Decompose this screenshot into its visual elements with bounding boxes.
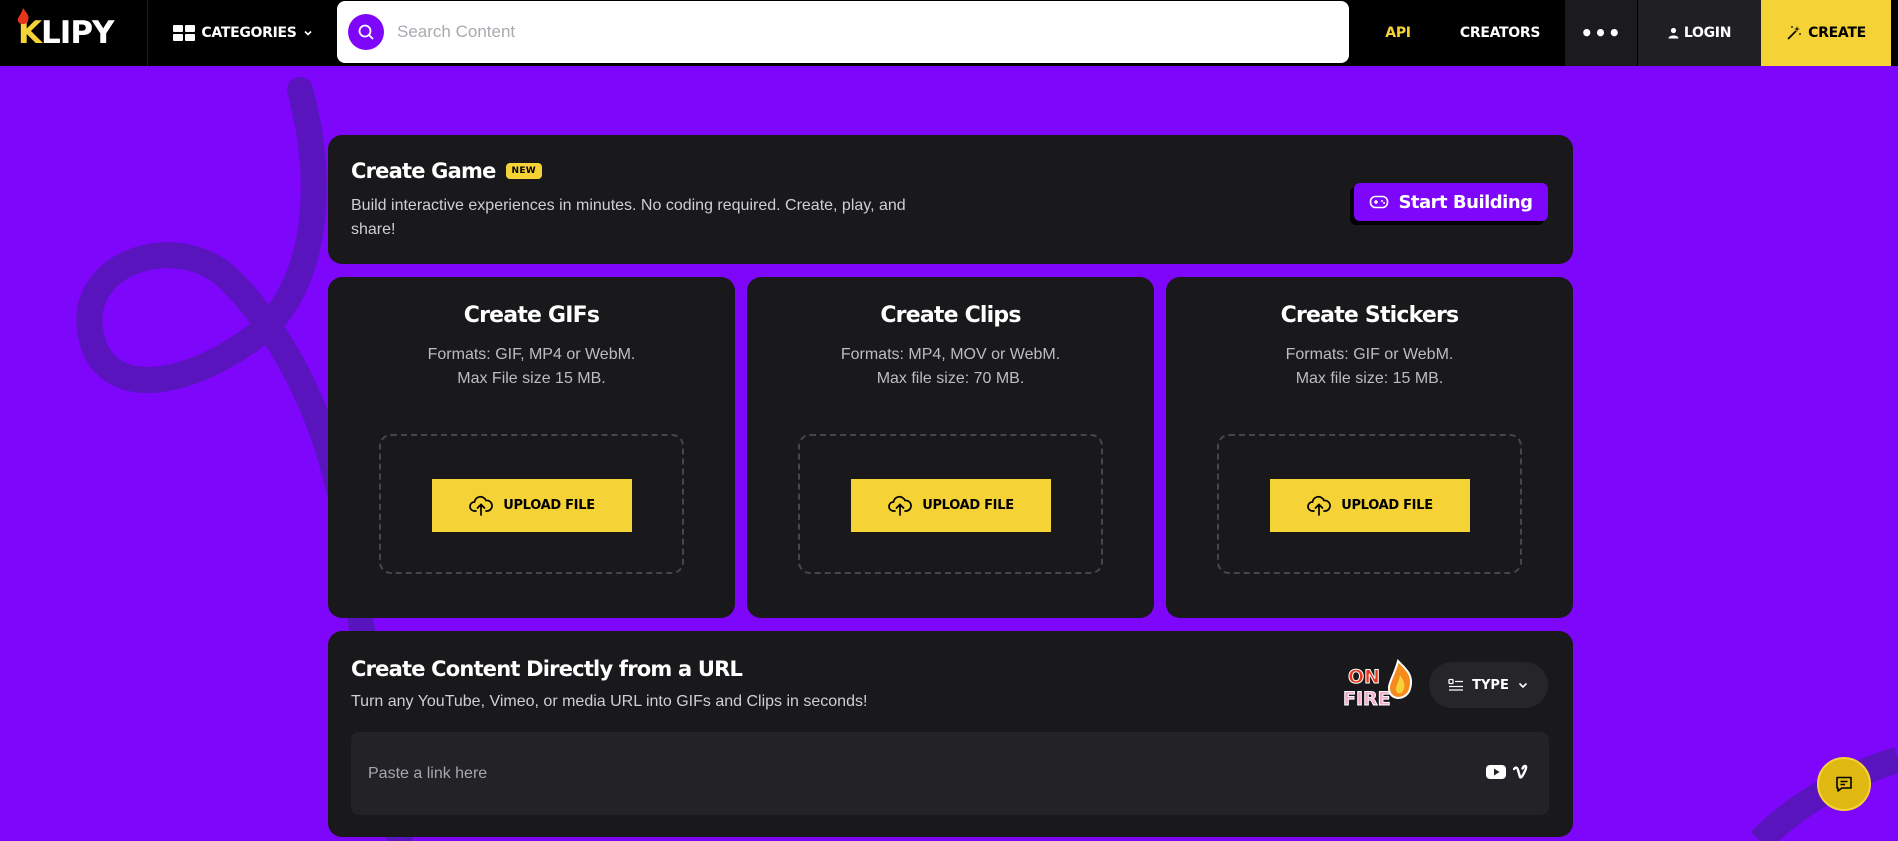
max-size-text: Max file size: 70 MB. xyxy=(876,370,1025,387)
formats-text: Formats: GIF, MP4 or WebM. xyxy=(427,346,636,363)
vimeo-icon xyxy=(1513,764,1528,779)
max-size-text: Max File size 15 MB. xyxy=(457,370,606,387)
upload-file-button[interactable]: UPLOAD FILE xyxy=(1270,479,1470,532)
nav-api-link[interactable]: API xyxy=(1349,0,1435,66)
upload-file-label: UPLOAD FILE xyxy=(503,498,595,513)
upload-file-button[interactable]: UPLOAD FILE xyxy=(432,479,632,532)
formats-text: Formats: GIF or WebM. xyxy=(1285,346,1454,363)
card-title: Create Clips xyxy=(880,303,1021,328)
nav-creators-link[interactable]: CREATORS xyxy=(1435,0,1565,66)
source-icons xyxy=(1485,764,1529,780)
create-stickers-card: Create Stickers Formats: GIF or WebM. Ma… xyxy=(1166,277,1573,618)
chat-support-button[interactable] xyxy=(1817,757,1871,811)
more-menu-button[interactable]: ••• xyxy=(1565,0,1637,66)
categories-menu[interactable]: CATEGORIES xyxy=(148,0,338,66)
create-gifs-card: Create GIFs Formats: GIF, MP4 or WebM. M… xyxy=(328,277,735,618)
type-label: TYPE xyxy=(1472,677,1509,693)
categories-label: CATEGORIES xyxy=(201,25,297,41)
create-game-heading: Create Game NEW xyxy=(351,159,543,183)
search-bar xyxy=(337,1,1349,63)
create-game-description: Build interactive experiences in minutes… xyxy=(351,197,906,238)
chat-icon xyxy=(1836,776,1852,792)
upload-file-button[interactable]: UPLOAD FILE xyxy=(851,479,1051,532)
search-input[interactable] xyxy=(397,22,1297,42)
login-label: LOGIN xyxy=(1683,25,1732,41)
nav-links: API CREATORS ••• LOGIN CREATE xyxy=(1349,0,1891,66)
card-title: Create Stickers xyxy=(1280,303,1460,328)
user-icon xyxy=(1668,27,1679,39)
card-formats: Formats: GIF, MP4 or WebM. Max File size… xyxy=(328,343,735,391)
sticker-fire-text: FIRE xyxy=(1343,688,1391,710)
create-game-title: Create Game xyxy=(351,159,496,183)
klipy-logo[interactable]: KLIPY xyxy=(0,0,148,66)
upload-file-label: UPLOAD FILE xyxy=(922,498,1014,513)
cloud-upload-icon xyxy=(469,495,494,516)
new-badge: NEW xyxy=(505,163,543,179)
top-navbar: KLIPY CATEGORIES API CREATORS ••• LOGIN … xyxy=(0,0,1898,66)
create-from-url-card: Create Content Directly from a URL Turn … xyxy=(328,631,1573,837)
create-button[interactable]: CREATE xyxy=(1761,0,1891,66)
create-label: CREATE xyxy=(1808,25,1866,41)
chevron-down-icon xyxy=(304,30,312,36)
create-game-card: Create Game NEW Build interactive experi… xyxy=(328,135,1573,264)
login-button[interactable]: LOGIN xyxy=(1637,0,1761,66)
cloud-upload-icon xyxy=(1307,495,1332,516)
card-title: Create GIFs xyxy=(463,303,600,328)
upload-dropzone[interactable]: UPLOAD FILE xyxy=(1217,434,1522,574)
start-building-label: Start Building xyxy=(1398,191,1533,213)
sticker-on-text: ON xyxy=(1348,666,1380,688)
type-dropdown[interactable]: TYPE xyxy=(1429,662,1548,708)
magic-wand-icon xyxy=(1787,26,1802,40)
card-formats: Formats: MP4, MOV or WebM. Max file size… xyxy=(747,343,1154,391)
url-section-description: Turn any YouTube, Vimeo, or media URL in… xyxy=(351,693,868,710)
cloud-upload-icon xyxy=(888,495,913,516)
search-button[interactable] xyxy=(348,14,384,50)
formats-text: Formats: MP4, MOV or WebM. xyxy=(840,346,1061,363)
upload-dropzone[interactable]: UPLOAD FILE xyxy=(798,434,1103,574)
search-icon xyxy=(358,24,374,40)
flame-icon xyxy=(17,8,29,24)
max-size-text: Max file size: 15 MB. xyxy=(1295,370,1444,387)
more-icon: ••• xyxy=(1580,21,1622,45)
upload-dropzone[interactable]: UPLOAD FILE xyxy=(379,434,684,574)
url-input[interactable] xyxy=(368,764,1428,783)
logo-text: LIPY xyxy=(41,15,114,51)
upload-file-label: UPLOAD FILE xyxy=(1341,498,1433,513)
filter-list-icon xyxy=(1448,678,1464,691)
categories-icon xyxy=(173,25,196,41)
gamepad-icon xyxy=(1370,195,1389,209)
url-input-container xyxy=(351,732,1549,815)
start-building-button[interactable]: Start Building xyxy=(1354,183,1548,221)
chevron-down-icon xyxy=(1518,682,1527,689)
youtube-icon xyxy=(1486,765,1506,779)
create-clips-card: Create Clips Formats: MP4, MOV or WebM. … xyxy=(747,277,1154,618)
url-section-title: Create Content Directly from a URL xyxy=(351,657,743,681)
card-formats: Formats: GIF or WebM. Max file size: 15 … xyxy=(1166,343,1573,391)
on-fire-sticker: ON FIRE xyxy=(1343,659,1412,711)
